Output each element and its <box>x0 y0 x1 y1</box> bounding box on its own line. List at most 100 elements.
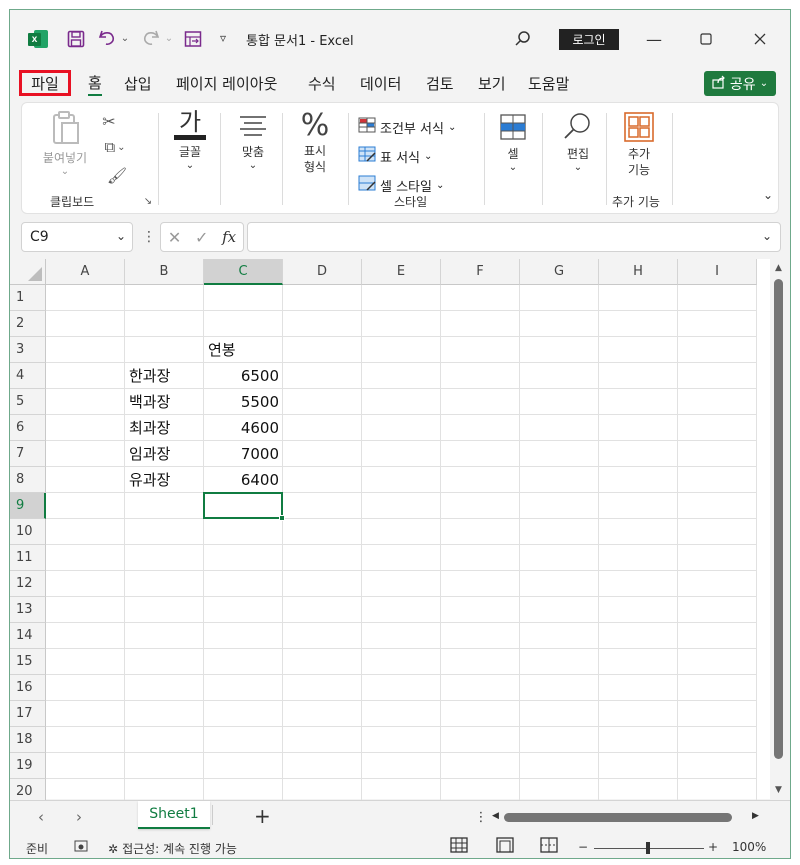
tab-splitter-icon[interactable]: ⋮ <box>475 809 488 825</box>
cell-a16[interactable] <box>46 675 125 701</box>
cell-g14[interactable] <box>520 623 599 649</box>
cell-a9[interactable] <box>46 493 125 519</box>
cell-i15[interactable] <box>678 649 757 675</box>
cell-b10[interactable] <box>125 519 204 545</box>
tab-review[interactable]: 검토 <box>426 70 454 96</box>
cell-f6[interactable] <box>441 415 520 441</box>
cell-f7[interactable] <box>441 441 520 467</box>
cell-d10[interactable] <box>283 519 362 545</box>
cell-b5[interactable]: 백과장 <box>125 389 204 415</box>
cell-g12[interactable] <box>520 571 599 597</box>
cell-h4[interactable] <box>599 363 678 389</box>
column-header-f[interactable]: F <box>441 259 520 285</box>
cell-e17[interactable] <box>362 701 441 727</box>
tab-insert[interactable]: 삽입 <box>124 70 152 96</box>
undo-dropdown-icon[interactable]: ⌄ <box>120 32 130 44</box>
cell-g17[interactable] <box>520 701 599 727</box>
cell-g5[interactable] <box>520 389 599 415</box>
cell-i13[interactable] <box>678 597 757 623</box>
cell-a2[interactable] <box>46 311 125 337</box>
row-header-3[interactable]: 3 <box>10 337 46 363</box>
cell-b18[interactable] <box>125 727 204 753</box>
column-header-c[interactable]: C <box>204 259 283 285</box>
cell-c1[interactable] <box>204 285 283 311</box>
cell-i16[interactable] <box>678 675 757 701</box>
cell-d3[interactable] <box>283 337 362 363</box>
tab-page-layout[interactable]: 페이지 레이아웃 <box>176 70 277 96</box>
cell-b2[interactable] <box>125 311 204 337</box>
cell-f14[interactable] <box>441 623 520 649</box>
column-header-d[interactable]: D <box>283 259 362 285</box>
cell-d13[interactable] <box>283 597 362 623</box>
cell-d9[interactable] <box>283 493 362 519</box>
vertical-scrollbar[interactable]: ▲ ▼ <box>770 259 790 799</box>
row-header-2[interactable]: 2 <box>10 311 46 337</box>
cell-f11[interactable] <box>441 545 520 571</box>
next-sheet-icon[interactable]: › <box>76 808 82 826</box>
sheet-tab-sheet1[interactable]: Sheet1 <box>138 801 210 829</box>
cell-a6[interactable] <box>46 415 125 441</box>
tab-data[interactable]: 데이터 <box>360 70 401 96</box>
row-header-13[interactable]: 13 <box>10 597 46 623</box>
cell-h18[interactable] <box>599 727 678 753</box>
cell-e4[interactable] <box>362 363 441 389</box>
font-button[interactable]: 가 글꼴 ⌄ <box>168 109 212 172</box>
cell-d6[interactable] <box>283 415 362 441</box>
cell-d15[interactable] <box>283 649 362 675</box>
cell-c17[interactable] <box>204 701 283 727</box>
clipboard-launcher-icon[interactable]: ↘ <box>142 195 154 207</box>
cell-e18[interactable] <box>362 727 441 753</box>
row-header-15[interactable]: 15 <box>10 649 46 675</box>
cell-e3[interactable] <box>362 337 441 363</box>
cell-f3[interactable] <box>441 337 520 363</box>
cell-i2[interactable] <box>678 311 757 337</box>
cell-g4[interactable] <box>520 363 599 389</box>
cell-d12[interactable] <box>283 571 362 597</box>
add-sheet-button[interactable]: + <box>254 804 271 828</box>
scroll-right-icon[interactable]: ▶ <box>752 811 759 821</box>
cell-e15[interactable] <box>362 649 441 675</box>
row-header-8[interactable]: 8 <box>10 467 46 493</box>
scroll-down-icon[interactable]: ▼ <box>775 785 782 795</box>
cell-styles-button[interactable]: 셀 스타일 ⌄ <box>358 175 444 195</box>
row-header-16[interactable]: 16 <box>10 675 46 701</box>
cell-b15[interactable] <box>125 649 204 675</box>
cell-e7[interactable] <box>362 441 441 467</box>
cell-e11[interactable] <box>362 545 441 571</box>
cell-g7[interactable] <box>520 441 599 467</box>
insert-function-icon[interactable]: fx <box>222 228 236 246</box>
cell-c15[interactable] <box>204 649 283 675</box>
row-header-14[interactable]: 14 <box>10 623 46 649</box>
cell-b14[interactable] <box>125 623 204 649</box>
scroll-left-icon[interactable]: ◀ <box>492 811 499 821</box>
cell-a17[interactable] <box>46 701 125 727</box>
cell-g1[interactable] <box>520 285 599 311</box>
column-header-h[interactable]: H <box>599 259 678 285</box>
cell-f4[interactable] <box>441 363 520 389</box>
enter-icon[interactable]: ✓ <box>195 228 208 247</box>
share-button[interactable]: 공유 ⌄ <box>704 71 776 96</box>
cell-e16[interactable] <box>362 675 441 701</box>
cell-b7[interactable]: 임과장 <box>125 441 204 467</box>
row-header-9[interactable]: 9 <box>10 493 46 519</box>
cell-e5[interactable] <box>362 389 441 415</box>
copy-icon[interactable]: ⧉ ⌄ <box>100 137 130 157</box>
cell-h12[interactable] <box>599 571 678 597</box>
row-header-10[interactable]: 10 <box>10 519 46 545</box>
prev-sheet-icon[interactable]: ‹ <box>38 808 44 826</box>
cell-i10[interactable] <box>678 519 757 545</box>
cell-a4[interactable] <box>46 363 125 389</box>
cell-c5[interactable]: 5500 <box>204 389 283 415</box>
cell-a18[interactable] <box>46 727 125 753</box>
column-header-a[interactable]: A <box>46 259 125 285</box>
conditional-formatting-button[interactable]: 조건부 서식 ⌄ <box>358 117 456 137</box>
cancel-icon[interactable]: ✕ <box>168 228 181 247</box>
horizontal-scrollbar[interactable]: ◀ ▶ <box>492 811 762 824</box>
cell-d11[interactable] <box>283 545 362 571</box>
cell-h15[interactable] <box>599 649 678 675</box>
column-header-g[interactable]: G <box>520 259 599 285</box>
cut-icon[interactable]: ✂ <box>100 111 118 131</box>
cell-c11[interactable] <box>204 545 283 571</box>
cell-b4[interactable]: 한과장 <box>125 363 204 389</box>
cell-h3[interactable] <box>599 337 678 363</box>
